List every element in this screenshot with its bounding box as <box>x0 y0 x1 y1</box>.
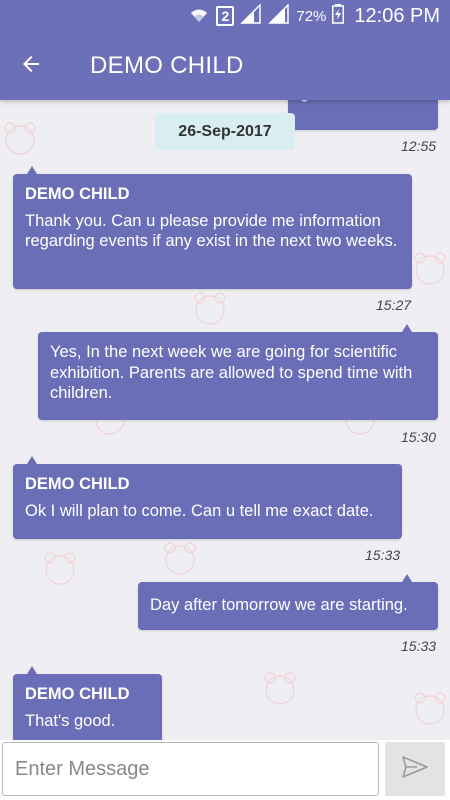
message-bubble-outgoing[interactable]: Yes, In the next week we are going for s… <box>38 324 438 420</box>
message-text: good <box>300 100 337 104</box>
message-bubble-incoming[interactable]: DEMO CHILD That's good. <box>13 666 162 740</box>
message-text: That's good. <box>25 711 116 730</box>
message-text: Day after tomorrow we are starting. <box>150 596 408 614</box>
message-bubble-incoming[interactable]: DEMO CHILD Ok I will plan to come. Can u… <box>13 456 402 539</box>
back-button[interactable] <box>14 49 48 83</box>
message-bubble-outgoing[interactable]: Day after tomorrow we are starting. <box>138 574 438 630</box>
message-bubble-incoming[interactable]: DEMO CHILD Thank you. Can u please provi… <box>13 166 412 289</box>
message-text: Yes, In the next week we are going for s… <box>50 343 413 402</box>
signal-icon <box>240 2 262 29</box>
composer-bar <box>0 740 450 800</box>
message-time: 15:30 <box>401 429 437 445</box>
message-input[interactable] <box>2 742 379 796</box>
send-button[interactable] <box>385 742 445 796</box>
message-sender: DEMO CHILD <box>25 185 130 203</box>
status-bar: 2 72% 12:06 PM <box>0 0 450 32</box>
status-icons: 2 72% 12:06 PM <box>188 2 440 29</box>
chat-title: DEMO CHILD <box>90 52 244 79</box>
sim-icon: 2 <box>216 6 235 26</box>
message-text: Thank you. Can u please provide me infor… <box>25 211 398 251</box>
battery-percent: 72% <box>296 7 327 25</box>
clock: 12:06 PM <box>354 4 440 27</box>
message-text: Ok I will plan to come. Can u tell me ex… <box>25 501 374 520</box>
message-time: 15:33 <box>365 547 401 563</box>
message-time: 12:55 <box>401 138 437 154</box>
signal-icon <box>268 2 290 29</box>
message-bubble-outgoing[interactable]: good <box>288 100 438 130</box>
date-separator: 26-Sep-2017 <box>155 113 295 150</box>
send-icon <box>401 755 429 784</box>
wifi-icon <box>188 4 210 29</box>
message-sender: DEMO CHILD <box>25 685 130 703</box>
message-time: 15:33 <box>401 638 437 654</box>
app-bar: DEMO CHILD <box>0 32 450 100</box>
battery-icon <box>332 3 345 29</box>
message-sender: DEMO CHILD <box>25 475 130 493</box>
arrow-left-icon <box>19 52 43 81</box>
chat-area[interactable]: good 12:55 26-Sep-2017 DEMO CHILD Thank … <box>0 100 450 740</box>
message-time: 15:27 <box>376 297 412 313</box>
